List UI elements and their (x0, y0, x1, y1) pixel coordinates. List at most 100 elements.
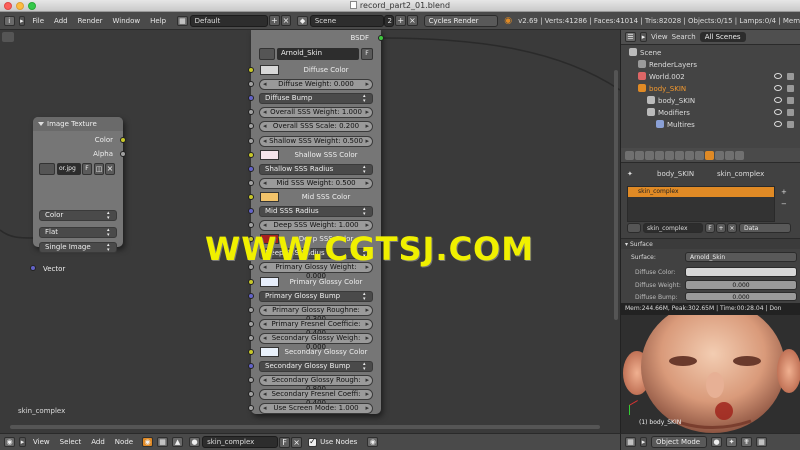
menu-render[interactable]: Render (78, 17, 103, 25)
object-tab-icon[interactable] (665, 150, 674, 160)
3d-viewport[interactable]: Mem:244.66M, Peak:302.65M | Time:00:28.0… (620, 303, 800, 433)
overall-sss-weight-field[interactable]: Overall SSS Weight: 1.000 (259, 107, 373, 118)
manipulator-icon[interactable]: ✟ (741, 437, 752, 447)
material-tab-icon[interactable] (705, 150, 714, 160)
viewport-shading-icon[interactable]: ● (711, 437, 722, 447)
shader-browse-icon[interactable] (259, 48, 275, 60)
visibility-eye-icon[interactable] (774, 97, 782, 103)
remove-layout-icon[interactable]: × (280, 15, 292, 26)
render-camera-icon[interactable] (787, 73, 794, 80)
secondary-glossy-color-socket[interactable] (248, 349, 254, 355)
menu-window[interactable]: Window (113, 17, 141, 25)
use-screen-mode-socket[interactable] (248, 405, 254, 411)
menu-add[interactable]: Add (54, 17, 68, 25)
menu-toggle-icon[interactable]: ▸ (18, 15, 26, 26)
outliner[interactable]: ☰ ▸ View Search All Scenes Scene RenderLa… (620, 30, 800, 148)
overall-sss-weight-socket[interactable] (248, 109, 254, 115)
snap-icon[interactable]: ◉ (367, 437, 379, 447)
remove-material-icon[interactable]: × (291, 436, 303, 448)
outliner-item[interactable]: World.002 (621, 71, 800, 83)
particles-tab-icon[interactable] (725, 150, 734, 160)
scene-tab-icon[interactable] (645, 150, 654, 160)
shader-name-field[interactable]: Arnold_Skin (277, 48, 359, 60)
minimize-window-button[interactable] (16, 2, 24, 10)
diffuse-weight-field[interactable]: Diffuse Weight: 0.000 (259, 79, 373, 90)
image-open-folder-icon[interactable]: ◫ (94, 163, 104, 175)
menu-add-node[interactable]: Add (91, 438, 105, 446)
scene-field[interactable]: Scene (309, 14, 385, 27)
shader-nodes-icon[interactable]: ◉ (142, 437, 154, 447)
editor-type-3d-view-icon[interactable]: ▦ (625, 437, 636, 447)
interaction-mode-dropdown[interactable]: Object Mode (651, 436, 707, 448)
diffuse-bump-socket[interactable] (248, 95, 254, 101)
visibility-eye-icon[interactable] (774, 109, 782, 115)
secondary-glossy-weight-field[interactable]: Secondary Glossy Weigh: 0.000 (259, 333, 373, 351)
secondary-glossy-weight-socket[interactable] (248, 335, 254, 341)
scene-icon[interactable]: ◆ (297, 15, 308, 26)
outliner-item[interactable]: body_SKIN (621, 95, 800, 107)
menu-file[interactable]: File (32, 17, 44, 25)
use-nodes-checkbox[interactable] (308, 437, 318, 447)
remove-scene-icon[interactable]: × (407, 15, 418, 26)
editor-type-node-icon[interactable]: ◉ (4, 437, 15, 447)
menu-node[interactable]: Node (115, 438, 133, 446)
node-editor[interactable]: Image Texture Color Alpha or.jpg F ◫ × C… (0, 30, 620, 433)
material-fake-user-button[interactable]: F (705, 223, 715, 233)
output-color-socket[interactable] (120, 137, 126, 143)
shallow-sss-radius-dropdown[interactable]: Shallow SSS Radius (259, 164, 373, 175)
diffuse-color-socket[interactable] (248, 67, 254, 73)
primary-glossy-color-socket[interactable] (248, 279, 254, 285)
pin-icon[interactable]: ✦ (627, 170, 633, 178)
node-editor-horizontal-scrollbar[interactable] (10, 425, 600, 429)
menu-toggle-icon[interactable]: ▸ (640, 32, 647, 42)
properties-editor[interactable]: ✦ body_SKIN skin_complex skin_complex + … (620, 148, 800, 303)
outliner-item[interactable]: Modifiers (621, 107, 800, 119)
texture-tab-icon[interactable] (715, 150, 724, 160)
pivot-point-icon[interactable]: ✦ (726, 437, 737, 447)
secondary-glossy-rough-socket[interactable] (248, 377, 254, 383)
secondary-glossy-rough-field[interactable]: Secondary Glossy Rough: 0.800 (259, 375, 373, 393)
material-browse-icon[interactable]: ● (189, 437, 201, 447)
visibility-eye-icon[interactable] (774, 73, 782, 79)
surface-panel-header[interactable]: ▾ Surface (621, 238, 800, 249)
editor-corner-icon[interactable] (2, 32, 14, 42)
mid-sss-radius-dropdown[interactable]: Mid SSS Radius (259, 206, 373, 217)
visibility-eye-icon[interactable] (774, 85, 782, 91)
secondary-fresnel-field[interactable]: Secondary Fresnel Coeffi: 0.400 (259, 389, 373, 407)
shader-selector[interactable]: Arnold_Skin F (259, 48, 373, 61)
close-window-button[interactable] (4, 2, 12, 10)
projection-dropdown[interactable]: Flat (39, 227, 117, 238)
world-tab-icon[interactable] (655, 150, 664, 160)
outliner-menu-search[interactable]: Search (672, 33, 696, 41)
secondary-glossy-bump-dropdown[interactable]: Secondary Glossy Bump (259, 361, 373, 372)
menu-help[interactable]: Help (150, 17, 166, 25)
material-name-field[interactable]: skin_complex (643, 223, 703, 233)
diffuse-bump-field[interactable]: 0.000 (685, 292, 797, 301)
deep-sss-weight-socket[interactable] (248, 222, 254, 228)
outliner-item[interactable]: Multires (621, 119, 800, 131)
shallow-sss-color-socket[interactable] (248, 152, 254, 158)
material-add-icon[interactable]: + (716, 223, 726, 233)
render-camera-icon[interactable] (787, 97, 794, 104)
outliner-menu-view[interactable]: View (651, 33, 668, 41)
physics-tab-icon[interactable] (735, 150, 744, 160)
material-unlink-icon[interactable]: × (727, 223, 737, 233)
arnold-skin-node[interactable]: BSDF Arnold_Skin F Diffuse Color Diffuse … (248, 30, 384, 414)
menu-toggle-icon[interactable]: ▸ (640, 437, 647, 447)
mid-sss-weight-socket[interactable] (248, 180, 254, 186)
add-layout-icon[interactable]: + (269, 15, 280, 26)
material-slot-item[interactable]: skin_complex (628, 187, 774, 197)
image-unlink-icon[interactable]: × (105, 163, 115, 175)
use-screen-mode-field[interactable]: Use Screen Mode: 1.000 (259, 403, 373, 414)
material-datablock[interactable]: skin_complex F + × Data (627, 223, 795, 234)
shallow-sss-weight-field[interactable]: Shallow SSS Weight: 0.500 (259, 136, 373, 147)
material-slot-list[interactable]: skin_complex (627, 186, 775, 222)
render-tab-icon[interactable] (625, 150, 634, 160)
image-texture-node-header[interactable]: Image Texture (33, 117, 123, 131)
primary-fresnel-socket[interactable] (248, 321, 254, 327)
texture-nodes-icon[interactable]: ▦ (157, 437, 169, 447)
secondary-fresnel-socket[interactable] (248, 391, 254, 397)
overall-sss-scale-socket[interactable] (248, 123, 254, 129)
menu-toggle-icon[interactable]: ▸ (19, 437, 26, 447)
shallow-sss-weight-socket[interactable] (248, 138, 254, 144)
